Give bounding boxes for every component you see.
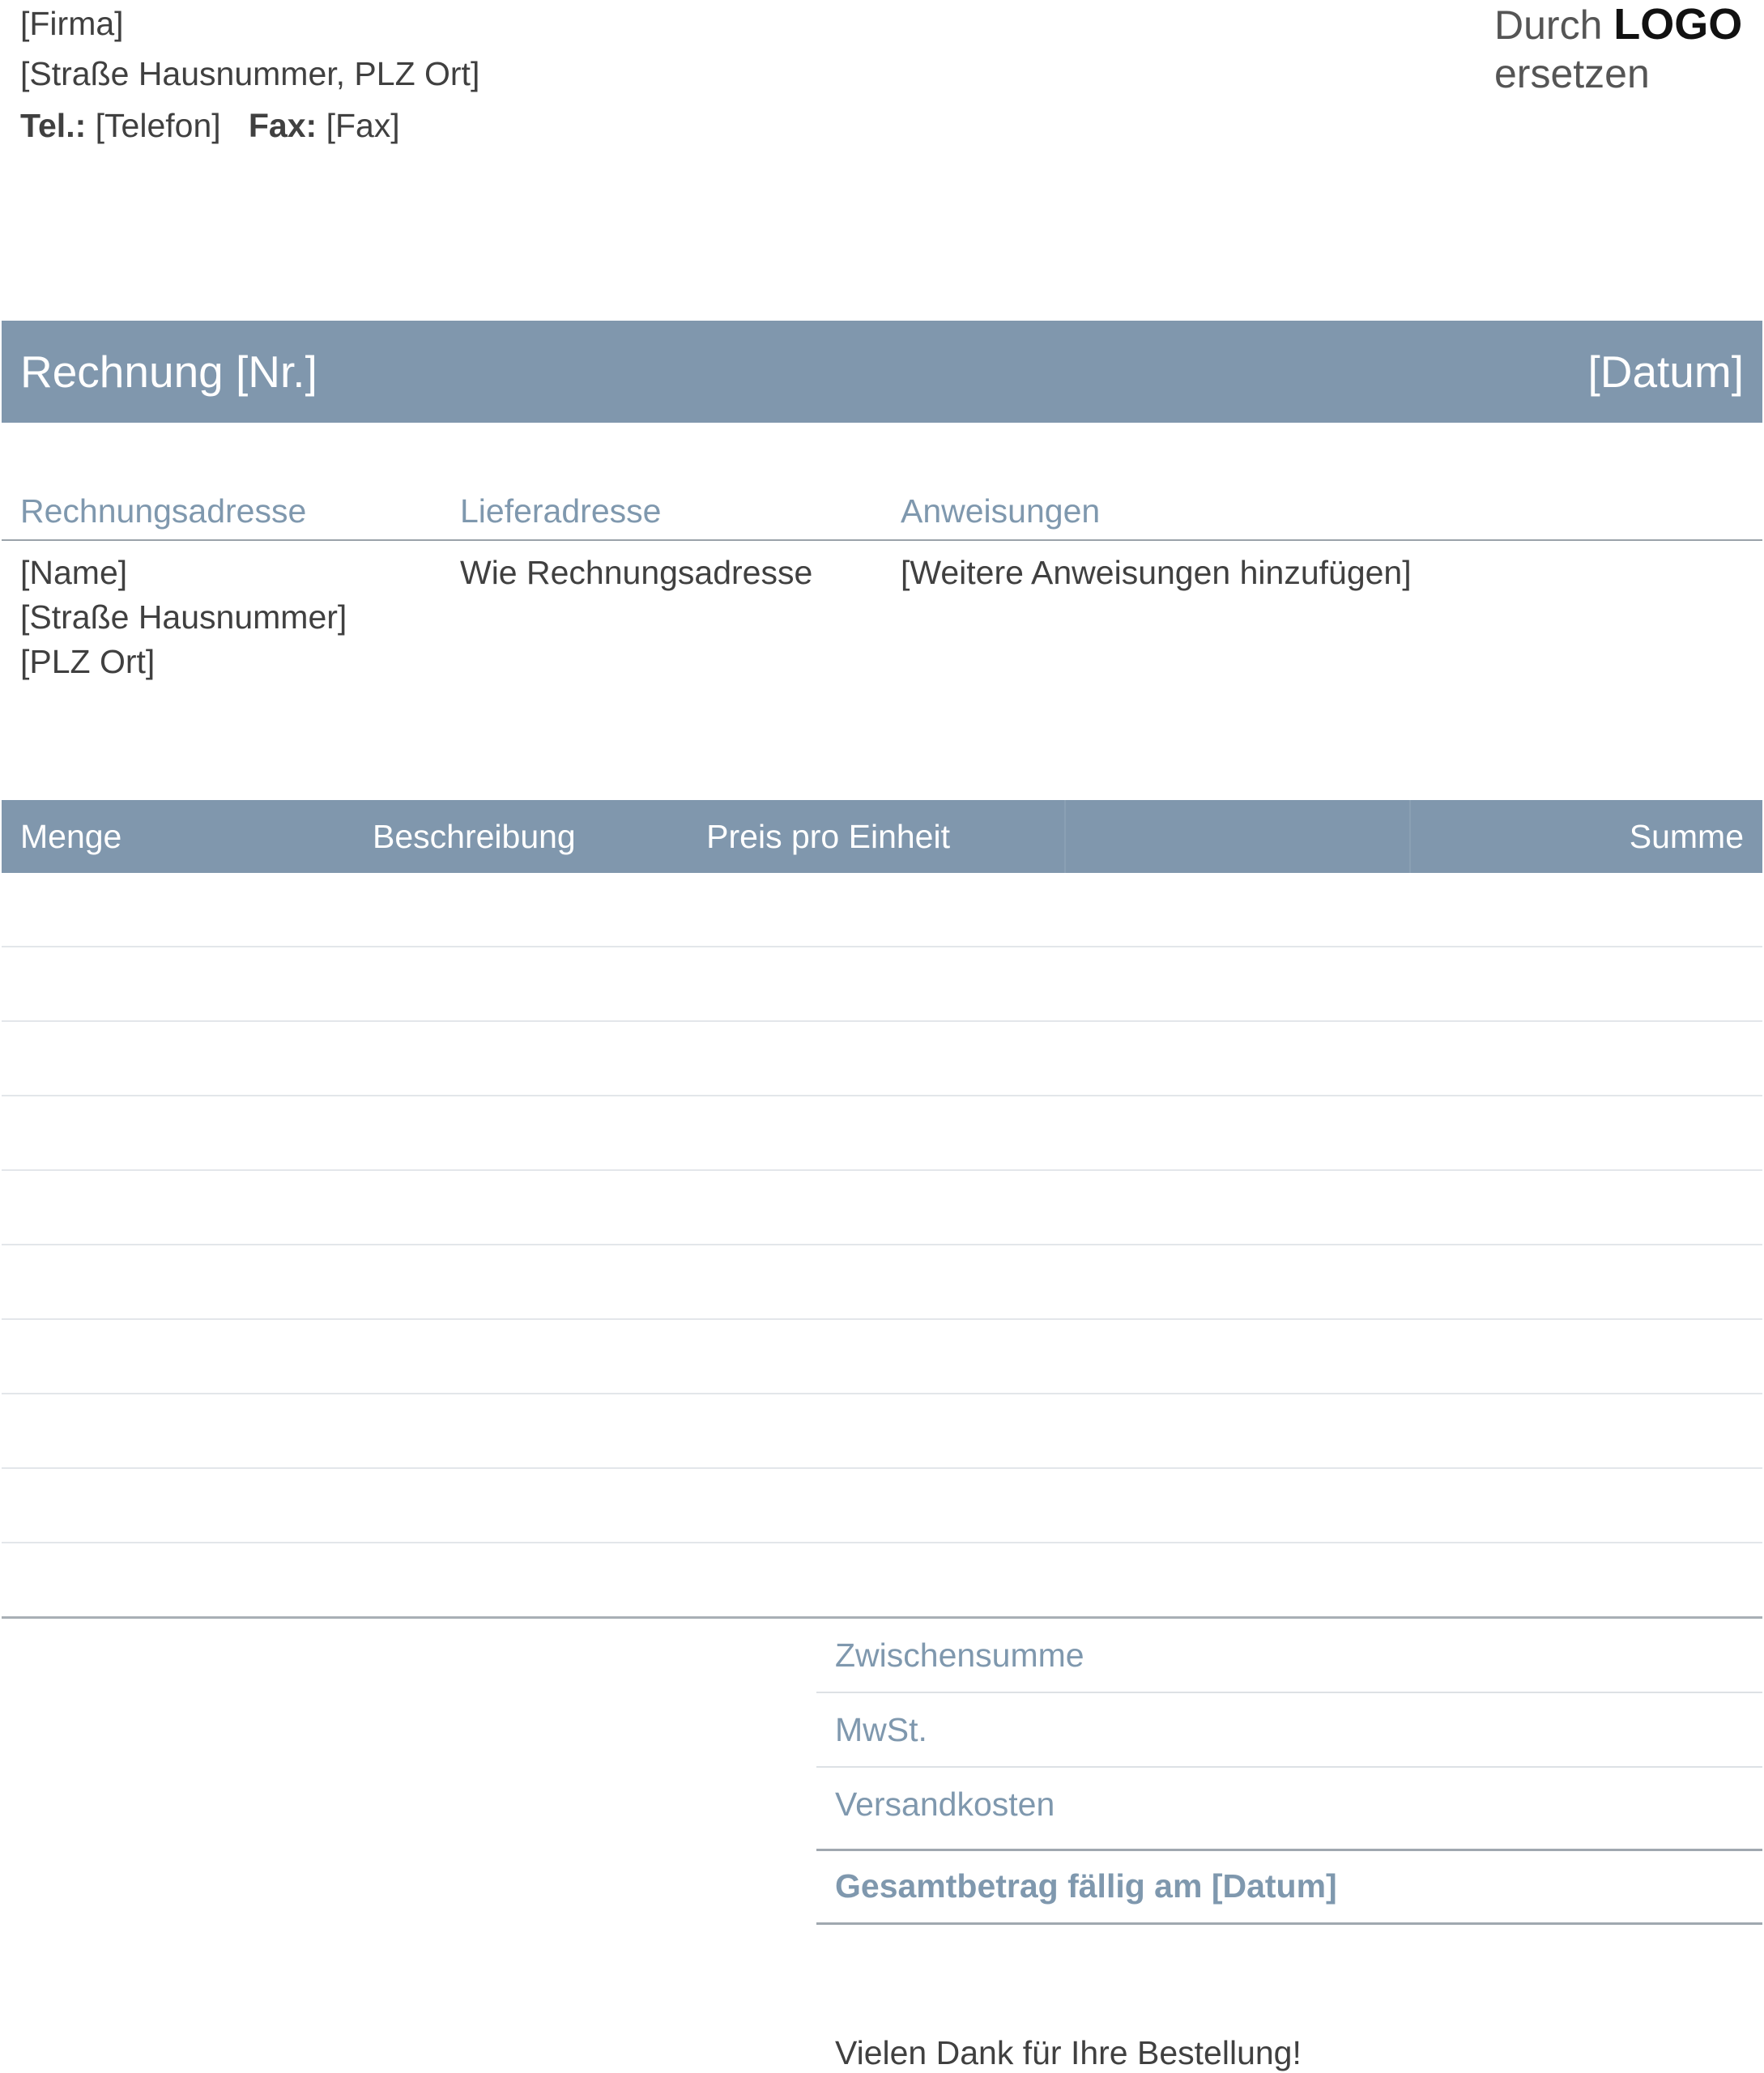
column-separator	[1064, 800, 1066, 873]
shipping-address-heading: Lieferadresse	[460, 492, 662, 530]
thank-you-note: Vielen Dank für Ihre Bestellung!	[835, 2034, 1302, 2071]
address-divider	[2, 539, 1762, 541]
table-row	[2, 1320, 1762, 1394]
billing-street: [Straße Hausnummer]	[20, 598, 347, 636]
billing-city: [PLZ Ort]	[20, 643, 156, 680]
shipping-value: Wie Rechnungsadresse	[460, 554, 813, 591]
shipping-cost-row: Versandkosten	[816, 1768, 1762, 1842]
invoice-date: [Datum]	[1587, 347, 1744, 397]
column-separator	[1409, 800, 1411, 873]
column-header-description: Beschreibung	[373, 818, 576, 855]
tel-label: Tel.:	[20, 107, 87, 144]
logo-line-1: Durch LOGO	[1494, 0, 1753, 49]
tax-label: MwSt.	[835, 1711, 927, 1748]
table-row	[2, 1543, 1762, 1618]
table-row	[2, 1394, 1762, 1469]
tel-value: [Telefon]	[95, 107, 221, 144]
instructions-heading: Anweisungen	[901, 492, 1101, 530]
table-row	[2, 1022, 1762, 1096]
subtotal-row: Zwischensumme	[816, 1619, 1762, 1693]
table-row	[2, 873, 1762, 947]
fax-value: [Fax]	[326, 107, 400, 144]
instructions-value: [Weitere Anweisungen hinzufügen]	[901, 554, 1412, 591]
items-table-header: Menge Beschreibung Preis pro Einheit Sum…	[2, 800, 1762, 873]
table-row	[2, 1171, 1762, 1245]
grand-total-row: Gesamtbetrag fällig am [Datum]	[816, 1849, 1762, 1925]
company-name: [Firma]	[20, 5, 124, 42]
logo-suffix: ersetzen	[1494, 51, 1650, 96]
fax-label: Fax:	[248, 107, 317, 144]
logo-placeholder: Durch LOGO ersetzen	[1494, 0, 1753, 98]
invoice-title-bar: Rechnung [Nr.] [Datum]	[2, 321, 1762, 423]
table-row	[2, 1096, 1762, 1171]
billing-name: [Name]	[20, 554, 128, 591]
column-header-quantity: Menge	[20, 818, 122, 855]
invoice-title: Rechnung [Nr.]	[20, 347, 317, 397]
billing-address-heading: Rechnungsadresse	[20, 492, 307, 530]
shipping-cost-label: Versandkosten	[835, 1786, 1055, 1823]
subtotal-label: Zwischensumme	[835, 1637, 1084, 1674]
logo-strong: LOGO	[1613, 0, 1743, 49]
table-row	[2, 1469, 1762, 1543]
grand-total-label: Gesamtbetrag fällig am [Datum]	[835, 1867, 1337, 1905]
table-row	[2, 1245, 1762, 1320]
column-header-unit-price: Preis pro Einheit	[706, 818, 950, 855]
table-row	[2, 947, 1762, 1022]
logo-prefix: Durch	[1494, 2, 1603, 48]
tax-row: MwSt.	[816, 1693, 1762, 1768]
company-contact: Tel.: [Telefon] Fax: [Fax]	[20, 105, 400, 146]
column-header-total: Summe	[1629, 818, 1744, 855]
company-address: [Straße Hausnummer, PLZ Ort]	[20, 55, 480, 92]
